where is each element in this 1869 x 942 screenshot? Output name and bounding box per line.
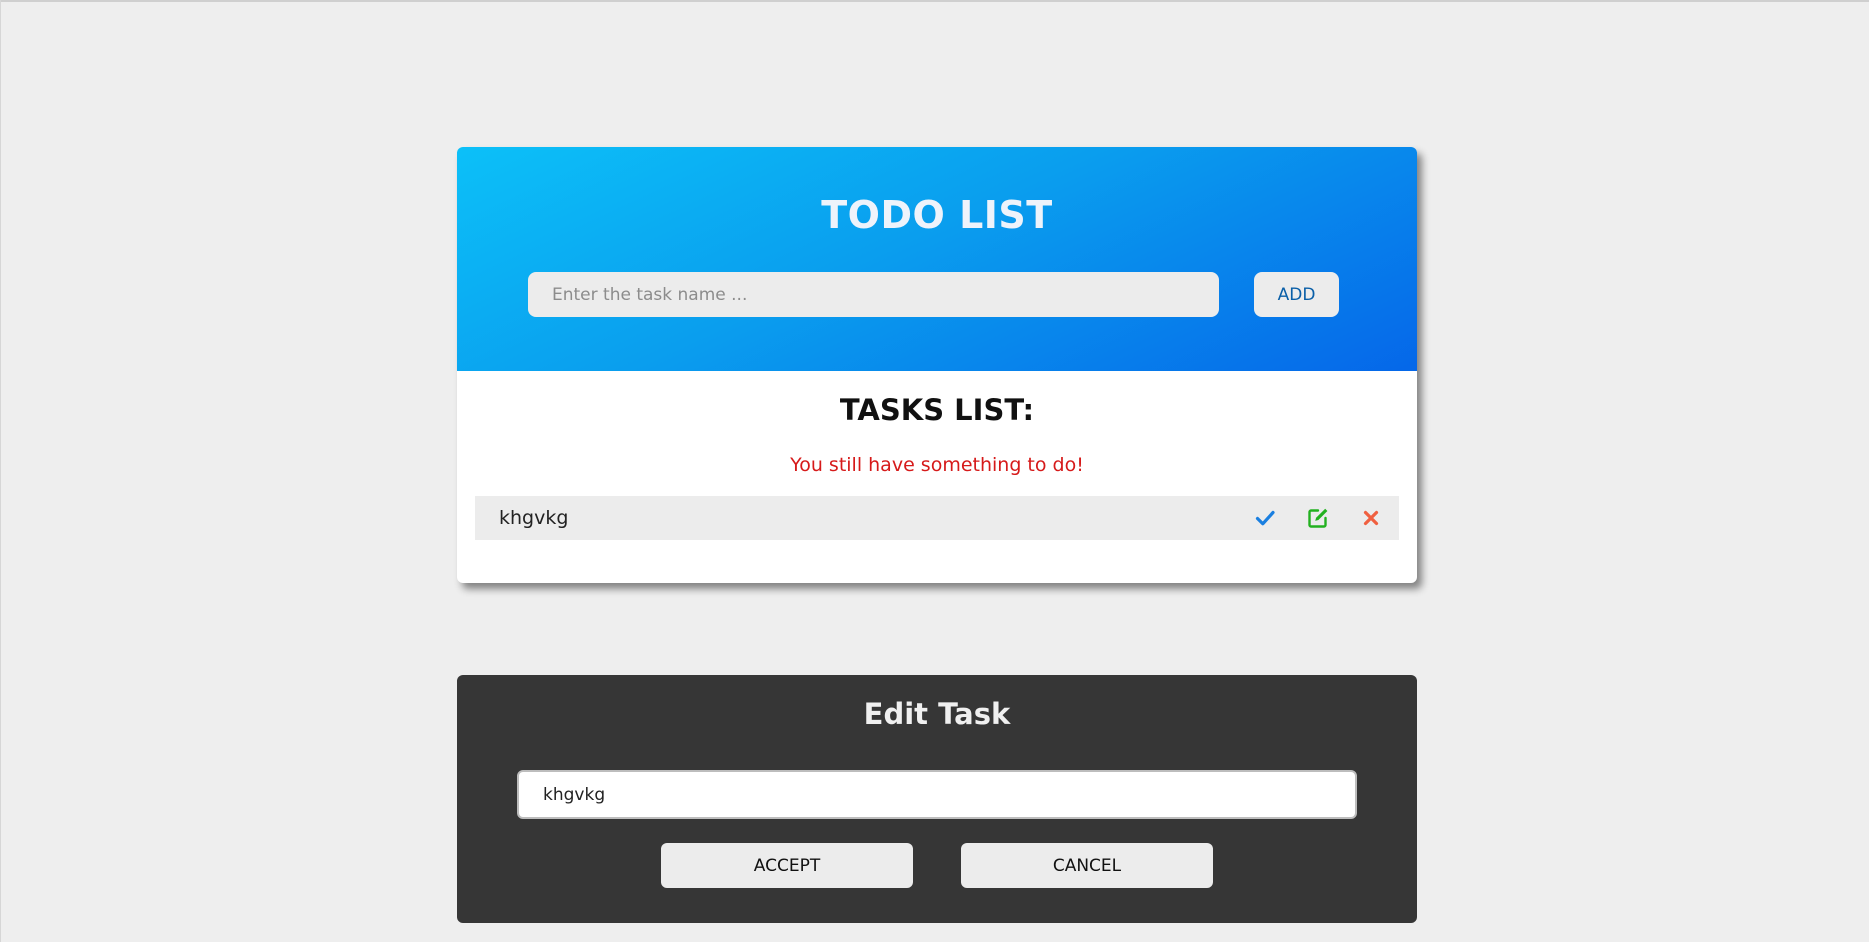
task-row: khgvkg (475, 496, 1399, 540)
edit-task-panel: Edit Task ACCEPT CANCEL (457, 675, 1417, 923)
task-name-input[interactable] (528, 272, 1219, 317)
accept-button[interactable]: ACCEPT (661, 843, 913, 888)
edit-task-title: Edit Task (863, 697, 1011, 731)
check-icon[interactable] (1253, 506, 1277, 530)
edit-task-input[interactable] (517, 770, 1357, 819)
todo-card: TODO LIST ADD TASKS LIST: You still have… (457, 147, 1417, 583)
cancel-button[interactable]: CANCEL (961, 843, 1213, 888)
window-top-border (0, 0, 1869, 2)
todo-header: TODO LIST ADD (457, 147, 1417, 371)
window-left-border (0, 0, 1, 942)
status-message: You still have something to do! (790, 454, 1084, 476)
app-title: TODO LIST (821, 193, 1053, 237)
add-button[interactable]: ADD (1254, 272, 1339, 317)
tasks-list-heading: TASKS LIST: (839, 393, 1035, 427)
task-name: khgvkg (499, 507, 569, 529)
close-icon[interactable] (1359, 506, 1383, 530)
edit-icon[interactable] (1306, 506, 1330, 530)
